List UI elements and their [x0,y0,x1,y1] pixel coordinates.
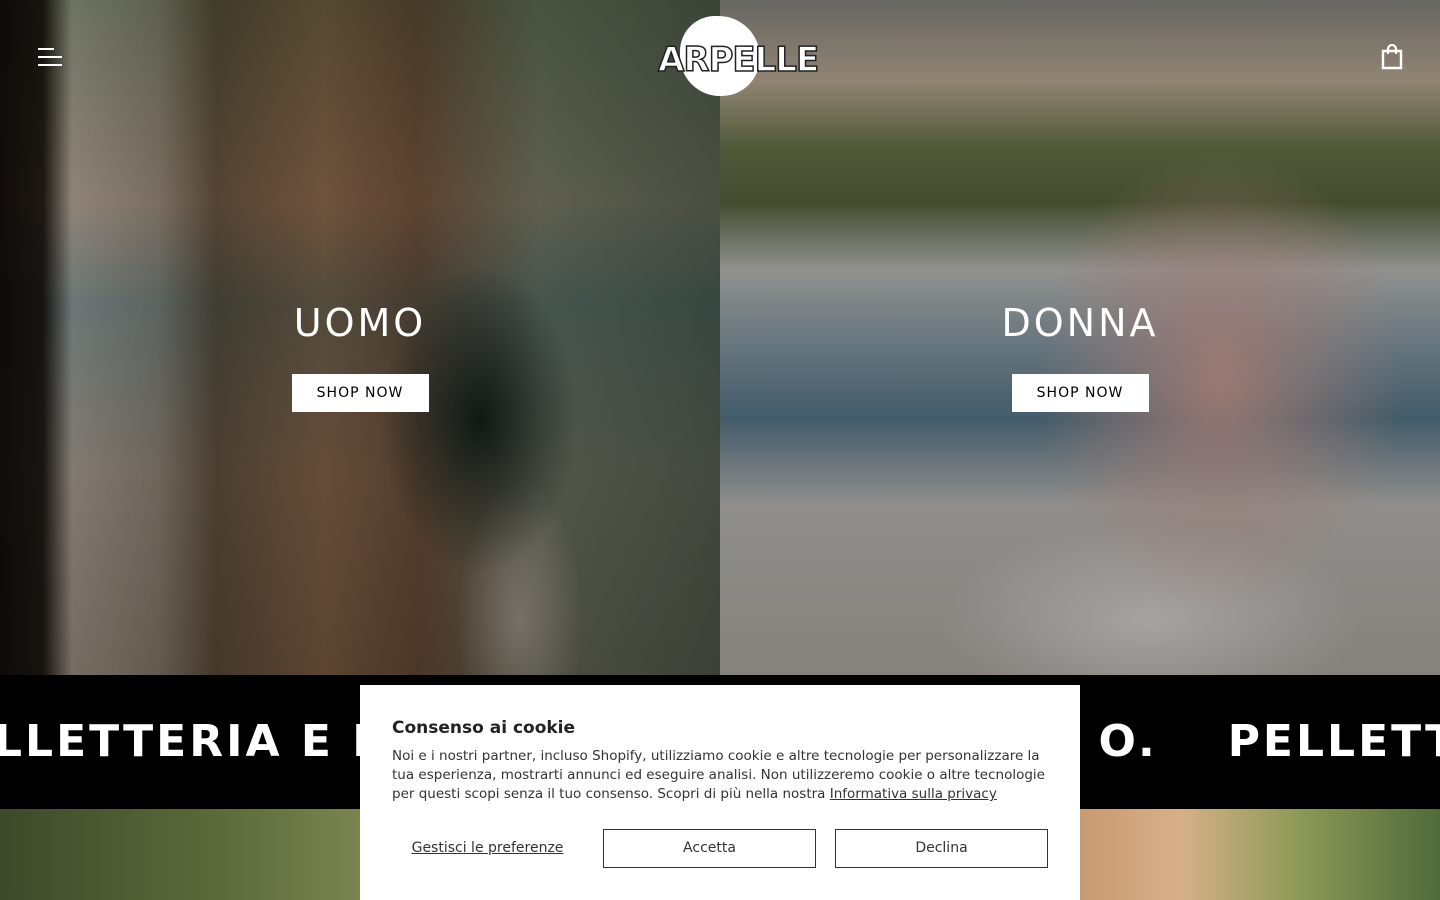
logo-text: ARPELLE [657,39,820,81]
cookie-actions: Gestisci le preferenze Accetta Declina [392,829,1048,868]
men-hero-title: UOMO [293,301,427,345]
women-hero-content: DONNA SHOP NOW [720,300,1440,412]
cookie-consent-dialog: Consenso ai cookie Noi e i nostri partne… [360,685,1080,900]
accept-button[interactable]: Accetta [603,829,816,868]
shopping-bag-icon[interactable] [1380,43,1404,70]
women-hero-title: DONNA [1001,301,1159,345]
site-logo[interactable]: ARPELLE [657,14,820,100]
men-hero-content: UOMO SHOP NOW [0,300,720,412]
women-shop-now-button[interactable]: SHOP NOW [1011,374,1149,412]
cookie-body: Noi e i nostri partner, incluso Shopify,… [392,747,1048,804]
men-shop-now-button[interactable]: SHOP NOW [291,374,429,412]
cookie-title: Consenso ai cookie [392,718,576,738]
marquee-segment: PELLETTER [1227,716,1440,767]
marquee-segment: O. [1098,716,1158,767]
decline-button[interactable]: Declina [835,829,1048,868]
manage-preferences-button[interactable]: Gestisci le preferenze [392,829,583,868]
privacy-policy-link[interactable]: Informativa sulla privacy [830,786,997,802]
marquee-segment: LLETTERIA E PE [0,716,421,767]
hamburger-menu-icon[interactable] [38,48,62,66]
site-header: ARPELLE [0,0,1440,110]
